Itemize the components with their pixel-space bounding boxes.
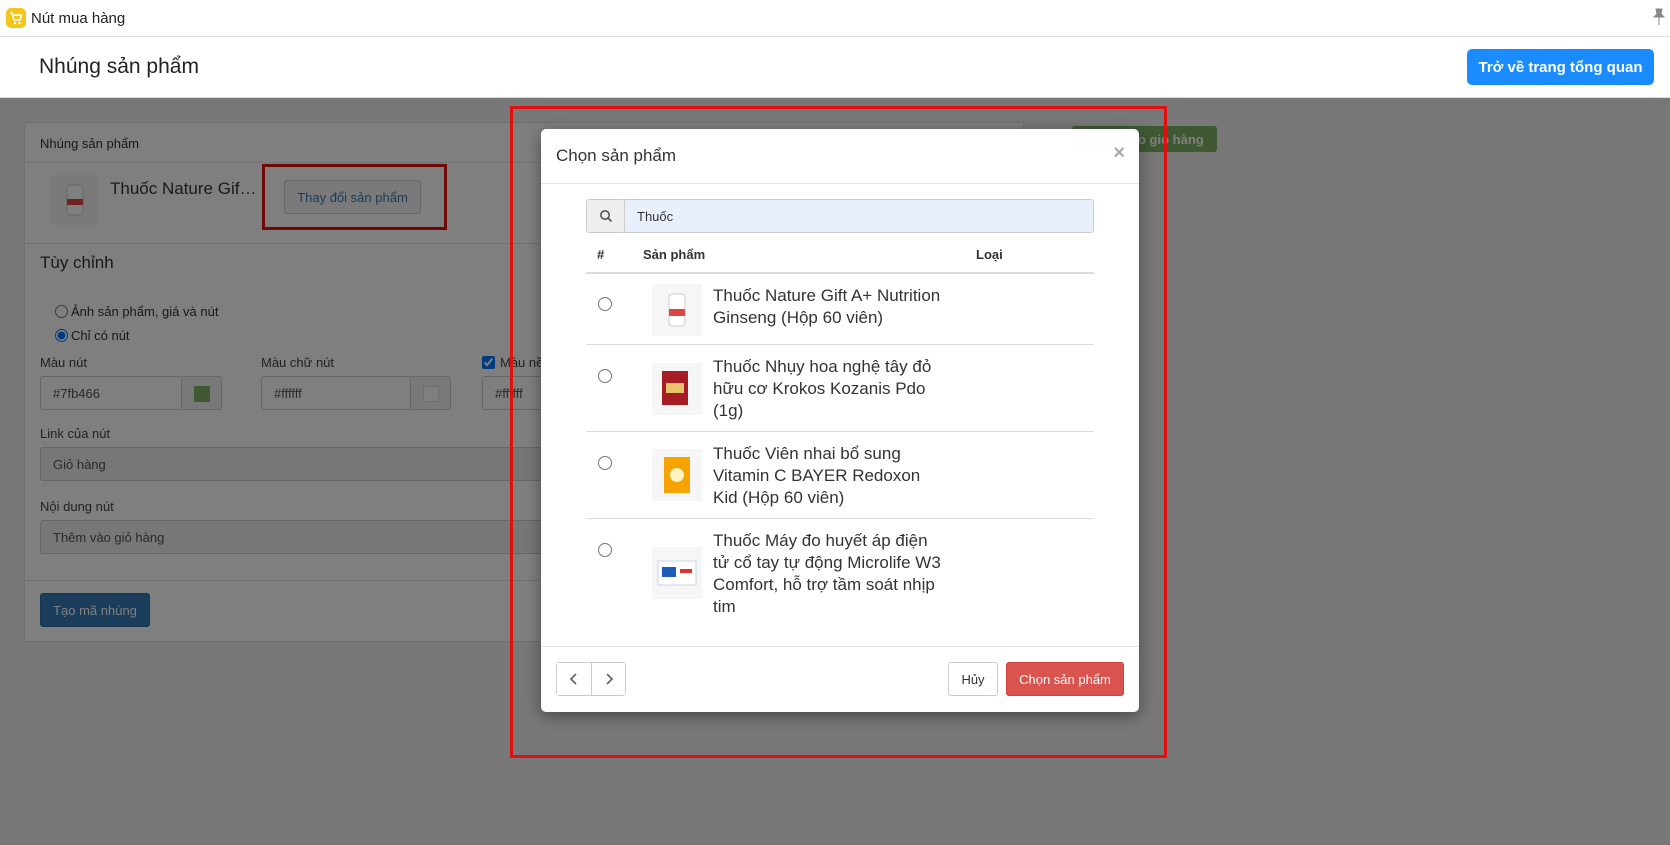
modal-title: Chọn sản phẩm — [556, 146, 677, 165]
choose-product-button[interactable]: Chọn sản phẩm — [1006, 662, 1124, 696]
column-index: # — [597, 247, 605, 262]
product-thumbnail — [652, 363, 702, 415]
search-input[interactable] — [625, 200, 1093, 232]
pin-icon[interactable] — [1652, 8, 1666, 26]
table-row[interactable]: Thuốc Nhụy hoa nghệ tây đỏ hữu cơ Krokos… — [586, 345, 1094, 432]
table-row[interactable]: Thuốc Nature Gift A+ Nutrition Ginseng (… — [586, 274, 1094, 345]
row-select-radio[interactable] — [598, 456, 612, 470]
chevron-left-icon[interactable] — [557, 663, 591, 695]
table-header: # Sản phẩm Loại — [586, 233, 1094, 274]
row-select-radio[interactable] — [598, 369, 612, 383]
product-name: Thuốc Nhụy hoa nghệ tây đỏ hữu cơ Krokos… — [713, 357, 932, 420]
product-name: Thuốc Viên nhai bổ sung Vitamin C BAYER … — [713, 444, 921, 507]
product-thumbnail — [652, 449, 702, 501]
app-title: Nút mua hàng — [31, 9, 126, 27]
product-thumbnail — [652, 284, 702, 336]
choose-product-modal: Chọn sản phẩm × # Sản phẩm Loại Thuốc Na… — [541, 129, 1139, 712]
search-icon — [587, 200, 625, 232]
table-row[interactable]: Thuốc Máy đo huyết áp điện tử cổ tay tự … — [586, 519, 1094, 627]
row-select-radio[interactable] — [598, 543, 612, 557]
page-header: Nhúng sản phẩm Trở về trang tổng quan — [0, 37, 1670, 98]
page-title: Nhúng sản phẩm — [39, 55, 199, 78]
product-search — [586, 199, 1094, 233]
shopping-cart-icon — [6, 8, 26, 28]
table-row[interactable]: Thuốc Viên nhai bổ sung Vitamin C BAYER … — [586, 432, 1094, 519]
chevron-right-icon[interactable] — [591, 663, 625, 695]
column-product: Sản phẩm — [643, 247, 706, 262]
row-select-radio[interactable] — [598, 297, 612, 311]
back-to-dashboard-button[interactable]: Trở về trang tổng quan — [1467, 49, 1654, 85]
product-thumbnail — [652, 547, 702, 599]
modal-header-divider — [541, 183, 1139, 184]
product-name: Thuốc Nature Gift A+ Nutrition Ginseng (… — [713, 286, 941, 327]
modal-footer-divider — [541, 646, 1139, 647]
column-type: Loại — [976, 247, 1003, 262]
cancel-button[interactable]: Hủy — [948, 662, 998, 696]
app-bar: Nút mua hàng — [0, 0, 1670, 37]
pagination — [556, 662, 626, 696]
product-name: Thuốc Máy đo huyết áp điện tử cổ tay tự … — [713, 531, 941, 616]
close-icon[interactable]: × — [1113, 142, 1125, 165]
